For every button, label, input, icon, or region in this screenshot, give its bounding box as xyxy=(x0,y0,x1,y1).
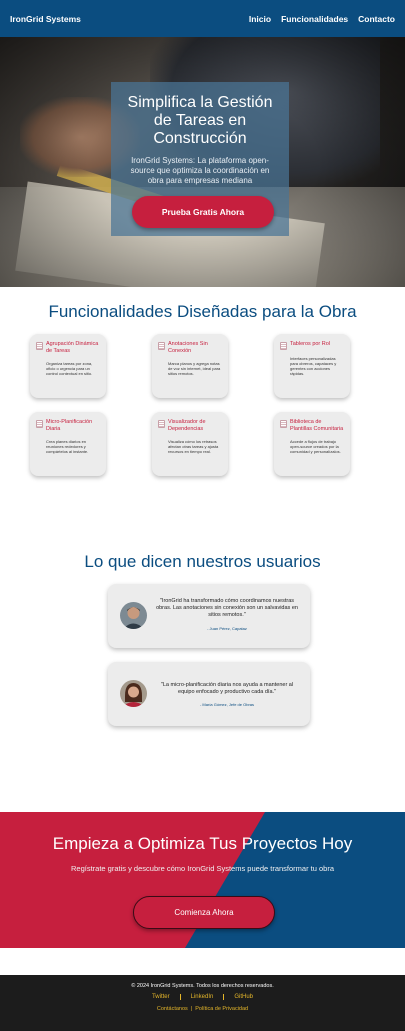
free-trial-button[interactable]: Prueba Gratis Ahora xyxy=(132,196,274,228)
top-navbar: IronGrid Systems Inicio Funcionalidades … xyxy=(0,0,405,37)
nav-links: Inicio Funcionalidades Contacto xyxy=(249,14,395,24)
avatar xyxy=(120,602,147,629)
brand-logo-text[interactable]: IronGrid Systems xyxy=(10,14,81,24)
document-icon xyxy=(280,342,287,350)
testimonial-card: "IronGrid ha transformado cómo coordinam… xyxy=(108,584,310,648)
feature-card-role-dashboards: Tableros por Rol Interfaces personalizad… xyxy=(274,334,350,398)
privacy-policy-link[interactable]: Política de Privacidad xyxy=(192,1006,251,1012)
testimonial-author: - María Gómez, Jefe de Obras xyxy=(199,702,255,707)
twitter-link[interactable]: Twitter xyxy=(142,994,180,1000)
feature-card-description: Organiza tareas por zona, oficio o urgen… xyxy=(46,361,93,376)
nav-link-contacto[interactable]: Contacto xyxy=(358,14,395,24)
document-icon xyxy=(36,342,43,350)
footer-legal-links: Contáctanos | Política de Privacidad xyxy=(0,1006,405,1012)
document-icon xyxy=(158,342,165,350)
testimonials-heading: Lo que dicen nuestros usuarios xyxy=(84,552,321,571)
document-icon xyxy=(280,420,287,428)
document-icon xyxy=(36,420,43,428)
feature-card-description: Crea planes diarios en reuniones rededor… xyxy=(46,439,89,454)
github-link[interactable]: GitHub xyxy=(223,994,263,1000)
feature-card-title: Agrupación Dinámica de Tareas xyxy=(46,341,99,354)
avatar xyxy=(120,680,147,707)
feature-card-task-grouping: Agrupación Dinámica de Tareas Organiza t… xyxy=(30,334,106,398)
nav-link-inicio[interactable]: Inicio xyxy=(249,14,271,24)
hero-subtitle: IronGrid Systems: La plataforma open-sou… xyxy=(130,156,270,185)
signup-cta-section: Empieza a Optimiza Tus Proyectos Hoy Reg… xyxy=(0,812,405,948)
hero-text-panel: Simplifica la Gestión de Tareas en Const… xyxy=(111,82,289,236)
cta-subtitle: Regístrate gratis y descubre cómo IronGr… xyxy=(70,864,335,873)
hero-title: Simplifica la Gestión de Tareas en Const… xyxy=(127,94,273,147)
feature-card-template-library: Biblioteca de Plantillas Comunitaria Acc… xyxy=(274,412,350,476)
testimonial-quote: "La micro-planificación diaria nos ayuda… xyxy=(160,682,294,695)
feature-card-description: Marca planos y agrega notas de voz sin i… xyxy=(168,361,221,376)
start-now-button[interactable]: Comienza Ahora xyxy=(133,896,275,929)
feature-card-description: Interfaces personalizadas para obreros, … xyxy=(290,356,337,376)
feature-card-title: Biblioteca de Plantillas Comunitaria xyxy=(290,419,344,432)
testimonial-card: "La micro-planificación diaria nos ayuda… xyxy=(108,662,310,726)
footer-social-links: Twitter LinkedIn GitHub xyxy=(0,994,405,1000)
feature-card-dependency-viewer: Visualizador de Dependencias Visualiza c… xyxy=(152,412,228,476)
feature-card-title: Tableros por Rol xyxy=(290,341,331,347)
feature-card-description: Visualiza cómo los retrasos afectan otra… xyxy=(168,439,219,454)
features-heading: Funcionalidades Diseñadas para la Obra xyxy=(48,302,357,321)
document-icon xyxy=(158,420,165,428)
testimonial-quote: "IronGrid ha transformado cómo coordinam… xyxy=(156,598,298,618)
footer-copyright: © 2024 IronGrid Systems. Todos los derec… xyxy=(131,983,274,989)
feature-card-description: Accede a flujos de trabajo open-source c… xyxy=(290,439,341,454)
feature-card-title: Micro-Planificación Diaria xyxy=(46,419,93,432)
feature-card-micro-planning: Micro-Planificación Diaria Crea planes d… xyxy=(30,412,106,476)
testimonial-author: - Juan Pérez, Capataz xyxy=(207,626,247,631)
contact-link[interactable]: Contáctanos xyxy=(154,1006,191,1012)
feature-card-offline-notes: Anotaciones Sin Conexión Marca planos y … xyxy=(152,334,228,398)
cta-title: Empieza a Optimiza Tus Proyectos Hoy xyxy=(52,834,353,853)
feature-card-title: Visualizador de Dependencias xyxy=(168,419,206,432)
nav-link-funcionalidades[interactable]: Funcionalidades xyxy=(281,14,348,24)
linkedin-link[interactable]: LinkedIn xyxy=(179,994,224,1000)
feature-card-title: Anotaciones Sin Conexión xyxy=(168,341,208,354)
hero-section: Simplifica la Gestión de Tareas en Const… xyxy=(0,37,405,287)
footer: © 2024 IronGrid Systems. Todos los derec… xyxy=(0,975,405,1031)
